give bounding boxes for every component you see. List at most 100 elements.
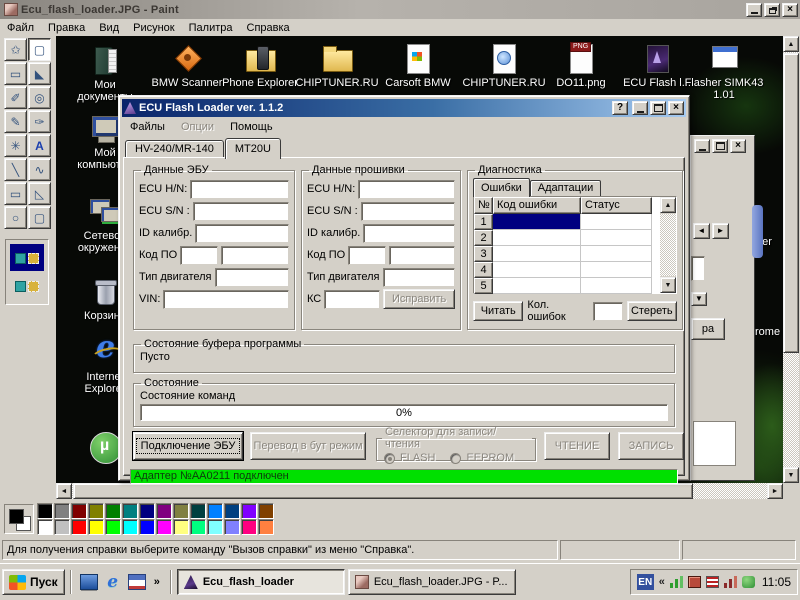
paint-menu-item[interactable]: Файл [0,21,41,35]
tool-brush-icon[interactable]: ✑ [28,110,51,133]
color-swatch[interactable] [224,503,240,519]
signal-strength-icon[interactable] [724,576,737,588]
quick-launch-ie-icon[interactable]: e [104,574,122,590]
tab-errors[interactable]: Ошибки [473,178,530,197]
tool-curve-icon[interactable]: ∿ [28,158,51,181]
fw-sn-field[interactable] [361,202,455,221]
table-scroll-down-icon[interactable]: ▼ [660,277,676,293]
dialog-close-button[interactable]: × [668,101,684,115]
color-swatch[interactable] [88,519,104,535]
color-swatch[interactable] [88,503,104,519]
color-swatch[interactable] [190,503,206,519]
color-swatch[interactable] [54,503,70,519]
transparent-selection-option[interactable] [10,272,44,299]
network-signal-icon[interactable] [670,576,683,588]
paint-menu-item[interactable]: Вид [92,21,126,35]
fw-ks-field[interactable] [324,290,380,309]
ecu-sn-field[interactable] [193,202,289,221]
color-swatch[interactable] [37,519,53,535]
tool-airbrush-icon[interactable]: ✳ [4,134,27,157]
start-button[interactable]: Пуск [2,569,65,595]
tool-magnifier-icon[interactable]: ◎ [28,86,51,109]
paint-menu-item[interactable]: Справка [240,21,297,35]
ecu-engine-field[interactable] [215,268,290,287]
scroll-down-icon[interactable]: ▼ [783,467,799,483]
show-desktop-icon[interactable] [80,574,98,590]
paint-menu-item[interactable]: Рисунок [126,21,182,35]
error-code-cell[interactable] [493,214,581,230]
dialog-maximize-button[interactable] [650,101,666,115]
color-swatch[interactable] [139,519,155,535]
dialog-minimize-button[interactable] [632,101,648,115]
dialog-titlebar[interactable]: ECU Flash Loader ver. 1.1.2 ? × [122,99,686,117]
fw-calib-field[interactable] [363,224,455,243]
tool-fill-icon[interactable]: ◣ [28,62,51,85]
table-scrollbar[interactable]: ▲ ▼ [660,197,676,293]
error-table-row[interactable]: 4 [474,262,676,278]
scroll-up-icon[interactable]: ▲ [783,36,799,52]
quick-launch-overflow-chevron[interactable]: » [152,576,162,588]
color-swatch[interactable] [122,503,138,519]
scroll-left-icon[interactable]: ◄ [56,483,72,499]
ecu-hn-field[interactable] [190,180,289,199]
paint-menu-item[interactable]: Палитра [182,21,240,35]
color-swatch[interactable] [156,519,172,535]
error-count-field[interactable] [593,302,623,321]
error-code-cell[interactable] [493,262,581,278]
color-swatch[interactable] [54,519,70,535]
error-code-cell[interactable] [493,246,581,262]
tab-hv240-mr140[interactable]: HV-240/MR-140 [125,140,224,158]
tool-pencil-icon[interactable]: ✎ [4,110,27,133]
connect-ecu-button[interactable]: Подключение ЭБУ [133,432,243,460]
safely-remove-icon[interactable] [742,576,755,588]
error-code-cell[interactable] [493,230,581,246]
color-swatch[interactable] [241,519,257,535]
tool-text-icon[interactable]: A [28,134,51,157]
color-swatch[interactable] [156,503,172,519]
vertical-scroll-thumb[interactable] [783,53,799,353]
opaque-selection-option[interactable] [10,244,44,271]
fw-sw-field-1[interactable] [348,246,386,265]
paint-restore-button[interactable] [764,3,780,17]
horizontal-scrollbar[interactable]: ◄ ► [56,483,783,499]
error-code-cell[interactable] [493,278,581,294]
error-table-row[interactable]: 2 [474,230,676,246]
ecu-vin-field[interactable] [163,290,289,309]
menu-files[interactable]: Файлы [122,120,173,134]
keyboard-flag-icon[interactable] [706,576,719,588]
color-swatch[interactable] [258,503,274,519]
tool-select-icon[interactable]: ▢ [28,38,51,61]
read-errors-button[interactable]: Читать [473,301,523,321]
tab-mt20u[interactable]: MT20U [225,138,281,159]
display-tray-icon[interactable] [688,576,701,588]
fw-sw-field-2[interactable] [389,246,455,265]
color-swatch[interactable] [122,519,138,535]
table-scroll-up-icon[interactable]: ▲ [660,197,676,213]
fw-engine-field[interactable] [383,268,456,287]
tool-rounded-rect-icon[interactable]: ▢ [28,206,51,229]
tool-line-icon[interactable]: ╲ [4,158,27,181]
column-header-code[interactable]: Код ошибки [493,197,581,214]
ecu-calib-field[interactable] [195,224,289,243]
quick-launch-floppy-icon[interactable] [128,574,146,590]
tool-eraser-icon[interactable]: ▭ [4,62,27,85]
column-header-status[interactable]: Статус [581,197,652,214]
paint-minimize-button[interactable] [746,3,762,17]
error-status-cell[interactable] [581,230,652,246]
dialog-help-button[interactable]: ? [612,101,628,115]
tool-polygon-icon[interactable]: ◺ [28,182,51,205]
color-swatch[interactable] [37,503,53,519]
tab-adaptations[interactable]: Адаптации [530,180,601,196]
tool-freeform-select-icon[interactable]: ✩ [4,38,27,61]
error-table-row[interactable]: 5 [474,278,676,294]
tool-ellipse-icon[interactable]: ○ [4,206,27,229]
tool-eyedropper-icon[interactable]: ✐ [4,86,27,109]
language-indicator[interactable]: EN [637,574,654,590]
color-swatch[interactable] [258,519,274,535]
color-swatch[interactable] [71,519,87,535]
vertical-scrollbar[interactable]: ▲ ▼ [783,36,799,483]
horizontal-scroll-thumb[interactable] [73,483,693,499]
paint-close-button[interactable]: × [782,3,798,17]
color-swatch[interactable] [190,519,206,535]
error-table-row[interactable]: 3 [474,246,676,262]
